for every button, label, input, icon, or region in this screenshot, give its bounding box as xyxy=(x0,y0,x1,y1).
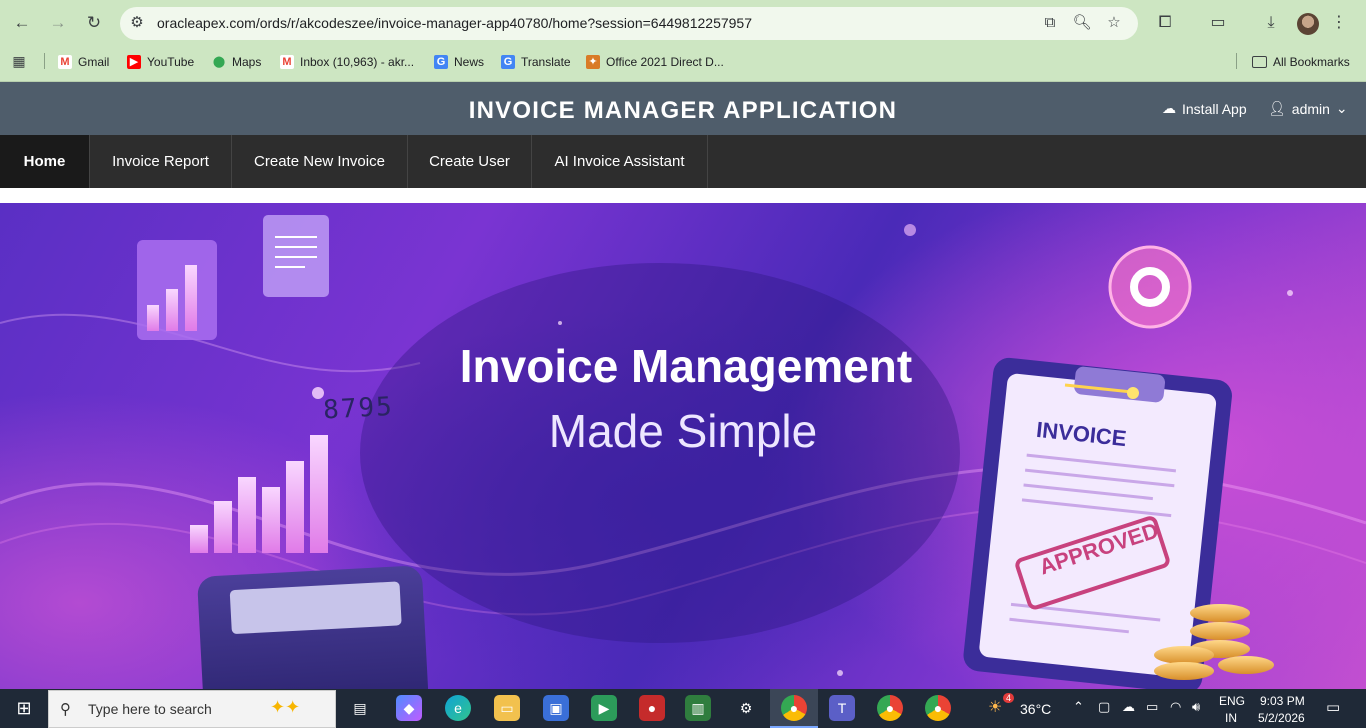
bookmark-label: Gmail xyxy=(78,55,110,69)
downloads-icon[interactable]: ⤓ xyxy=(1260,12,1282,34)
extensions-icon[interactable]: ⧠ xyxy=(1154,12,1176,34)
bookmark-label: YouTube xyxy=(147,55,195,69)
chrome-icon[interactable]: ● xyxy=(781,695,807,721)
bookmark-star-icon[interactable]: ☆ xyxy=(1104,13,1124,33)
folder-icon xyxy=(1252,56,1267,68)
media-app-icon[interactable]: ▶ xyxy=(591,695,617,721)
settings-icon[interactable]: ⚙ xyxy=(733,695,759,721)
bookmarks-divider xyxy=(44,53,45,69)
bookmark-label: Maps xyxy=(232,55,262,69)
all-bookmarks-label: All Bookmarks xyxy=(1273,55,1350,69)
weather-badge: 4 xyxy=(1003,693,1015,703)
chevron-up-icon[interactable]: ⌃ xyxy=(1073,699,1084,715)
apps-grid-icon[interactable]: ▦ xyxy=(8,50,30,72)
chevron-down-icon: ⌄ xyxy=(1335,100,1348,116)
bookmark-maps[interactable]: ⬤ Maps xyxy=(212,53,262,71)
bookmark-youtube[interactable]: ▶ YouTube xyxy=(127,53,194,71)
teams-icon[interactable]: T xyxy=(829,695,855,721)
cloud-download-icon: ☁ xyxy=(1162,100,1176,116)
news-icon: G xyxy=(434,55,448,69)
taskbar-search-placeholder: Type here to search xyxy=(88,701,212,717)
url-text[interactable]: oracleapex.com/ords/r/akcodeszee/invoice… xyxy=(157,15,752,31)
weather-temperature[interactable]: 36°C xyxy=(1020,701,1051,717)
maps-icon: ⬤ xyxy=(212,56,226,68)
reload-button[interactable]: ↻ xyxy=(83,12,105,34)
wifi-icon[interactable]: ◠ xyxy=(1170,699,1181,715)
tab-home[interactable]: Home xyxy=(0,135,90,188)
bookmark-label: Inbox (10,963) - akr... xyxy=(300,55,415,69)
onedrive-icon[interactable]: ☁ xyxy=(1122,699,1135,715)
task-view-icon[interactable]: ▤ xyxy=(347,695,373,721)
gmail-icon: M xyxy=(58,55,72,69)
all-bookmarks[interactable]: All Bookmarks xyxy=(1252,53,1350,71)
hero-subheadline: Made Simple xyxy=(548,405,818,457)
tab-ai-invoice-assistant[interactable]: AI Invoice Assistant xyxy=(532,135,708,188)
language-indicator[interactable]: ENG xyxy=(1219,694,1245,708)
translate-icon: G xyxy=(501,55,515,69)
bookmark-label: News xyxy=(454,55,485,69)
meet-icon[interactable]: ▢ xyxy=(1098,699,1110,715)
clock-date: 5/2/2026 xyxy=(1258,711,1305,725)
bookmark-label: Translate xyxy=(521,55,571,69)
hero-headline: Invoice Management xyxy=(459,340,913,392)
profile-avatar[interactable] xyxy=(1297,13,1319,35)
tab-search-icon[interactable]: ▭ xyxy=(1207,12,1229,34)
bookmark-label: Office 2021 Direct D... xyxy=(606,55,724,69)
back-button[interactable]: ← xyxy=(11,12,33,34)
edge-icon[interactable]: e xyxy=(445,695,471,721)
sparkle-icon: ✦✦ xyxy=(270,697,301,717)
user-icon: 👤︎ xyxy=(1268,100,1286,116)
bookmark-translate[interactable]: G Translate xyxy=(501,53,571,71)
bookmarks-divider xyxy=(1236,53,1237,69)
windows-start-icon[interactable]: ⊞ xyxy=(11,695,37,721)
volume-icon[interactable]: 🔊︎ xyxy=(1192,699,1200,715)
menu-icon[interactable]: ⋮ xyxy=(1328,12,1350,34)
weather-icon[interactable]: ☀ xyxy=(988,697,1002,717)
copilot-icon[interactable]: ◆ xyxy=(396,695,422,721)
gmail-icon: M xyxy=(280,55,294,69)
pc-app-icon[interactable]: ▣ xyxy=(543,695,569,721)
install-app-button[interactable]: ☁ Install App xyxy=(1162,100,1247,117)
user-menu[interactable]: 👤︎ admin ⌄ xyxy=(1268,100,1348,117)
language-region: IN xyxy=(1225,711,1237,725)
tab-create-new-invoice[interactable]: Create New Invoice xyxy=(232,135,408,188)
spacer xyxy=(0,188,1366,203)
notifications-icon[interactable]: ▭ xyxy=(1326,698,1340,716)
chrome-profile-2-icon[interactable]: ● xyxy=(925,695,951,721)
bookmark-gmail[interactable]: M Gmail xyxy=(58,53,109,71)
forward-button[interactable]: → xyxy=(47,12,69,34)
bookmark-news[interactable]: G News xyxy=(434,53,484,71)
site-info-icon[interactable]: ⚙ xyxy=(127,13,147,33)
office-icon: ✦ xyxy=(586,55,600,69)
chart-app-icon[interactable]: ▥ xyxy=(685,695,711,721)
search-icon: ⚲ xyxy=(60,701,71,718)
bookmark-inbox[interactable]: M Inbox (10,963) - akr... xyxy=(280,53,414,71)
recorder-icon[interactable]: ● xyxy=(639,695,665,721)
tab-invoice-report[interactable]: Invoice Report xyxy=(90,135,232,188)
tab-create-user[interactable]: Create User xyxy=(408,135,532,188)
chrome-profile-icon[interactable]: ● xyxy=(877,695,903,721)
zoom-icon[interactable]: 🔍︎ xyxy=(1072,13,1092,33)
file-explorer-icon[interactable]: ▭ xyxy=(494,695,520,721)
username: admin xyxy=(1291,100,1330,117)
install-app-label: Install App xyxy=(1182,100,1247,117)
open-in-app-icon[interactable]: ⧉ xyxy=(1040,13,1060,33)
battery-icon[interactable]: ▭ xyxy=(1146,699,1158,715)
bookmark-office[interactable]: ✦ Office 2021 Direct D... xyxy=(586,53,724,71)
youtube-icon: ▶ xyxy=(127,55,141,69)
clock-time[interactable]: 9:03 PM xyxy=(1260,694,1305,708)
